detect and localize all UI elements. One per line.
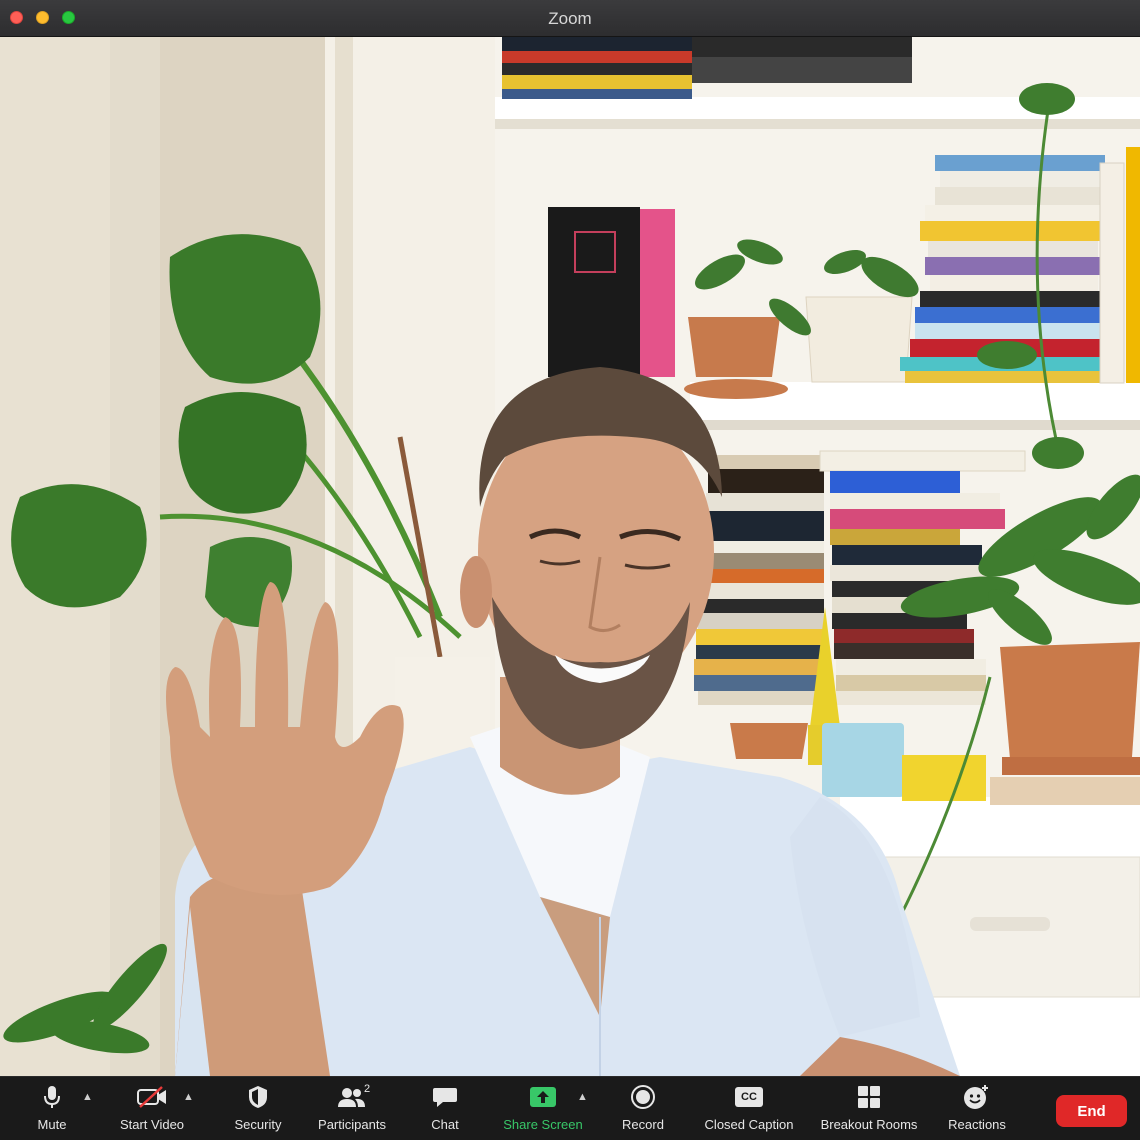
closed-caption-button[interactable]: CC Closed Caption — [698, 1083, 800, 1137]
security-label: Security — [234, 1117, 282, 1132]
video-off-icon — [136, 1083, 168, 1111]
video-scene — [0, 37, 1140, 1076]
breakout-rooms-icon — [857, 1083, 881, 1111]
chat-button[interactable]: Chat — [425, 1083, 465, 1137]
mute-button[interactable]: Mute — [33, 1083, 71, 1137]
record-label: Record — [622, 1117, 664, 1132]
caret-up-icon[interactable]: ▲ — [183, 1091, 194, 1103]
reactions-button[interactable]: Reactions — [944, 1083, 1010, 1137]
participant-count: 2 — [364, 1083, 371, 1095]
record-button[interactable]: Record — [618, 1083, 668, 1137]
cc-badge: CC — [735, 1087, 763, 1107]
mute-label: Mute — [37, 1117, 67, 1132]
books-stack-center — [694, 455, 824, 705]
record-icon — [630, 1083, 656, 1111]
participants-label: Participants — [318, 1117, 386, 1132]
terracotta-pot — [1000, 642, 1140, 759]
closed-caption-icon: CC — [735, 1083, 763, 1111]
video-feed — [0, 37, 1140, 1076]
caret-up-icon[interactable]: ▲ — [577, 1091, 588, 1103]
end-meeting-button[interactable]: End — [1056, 1095, 1127, 1127]
reactions-icon — [963, 1083, 991, 1111]
share-screen-icon — [529, 1083, 557, 1111]
start-video-label: Start Video — [119, 1117, 185, 1132]
blue-cup — [822, 723, 904, 797]
breakout-rooms-label: Breakout Rooms — [820, 1117, 918, 1132]
closed-caption-label: Closed Caption — [704, 1117, 794, 1132]
window-titlebar: Zoom — [0, 0, 1140, 37]
shield-icon — [247, 1083, 269, 1111]
meeting-toolbar: Mute ▲ Start Video ▲ Security 2 Particip… — [0, 1076, 1140, 1140]
caret-up-icon[interactable]: ▲ — [82, 1091, 93, 1103]
window-title: Zoom — [548, 9, 592, 28]
chat-label: Chat — [431, 1117, 459, 1132]
reactions-label: Reactions — [948, 1117, 1006, 1132]
start-video-button[interactable]: Start Video — [114, 1083, 190, 1137]
participants-button[interactable]: 2 Participants — [312, 1083, 392, 1137]
microphone-icon — [44, 1083, 60, 1111]
security-button[interactable]: Security — [228, 1083, 288, 1137]
breakout-rooms-button[interactable]: Breakout Rooms — [815, 1083, 923, 1137]
share-screen-label: Share Screen — [503, 1117, 583, 1132]
chat-bubble-icon — [432, 1083, 458, 1111]
participants-icon: 2 — [337, 1083, 371, 1111]
share-screen-button[interactable]: Share Screen — [498, 1083, 588, 1137]
